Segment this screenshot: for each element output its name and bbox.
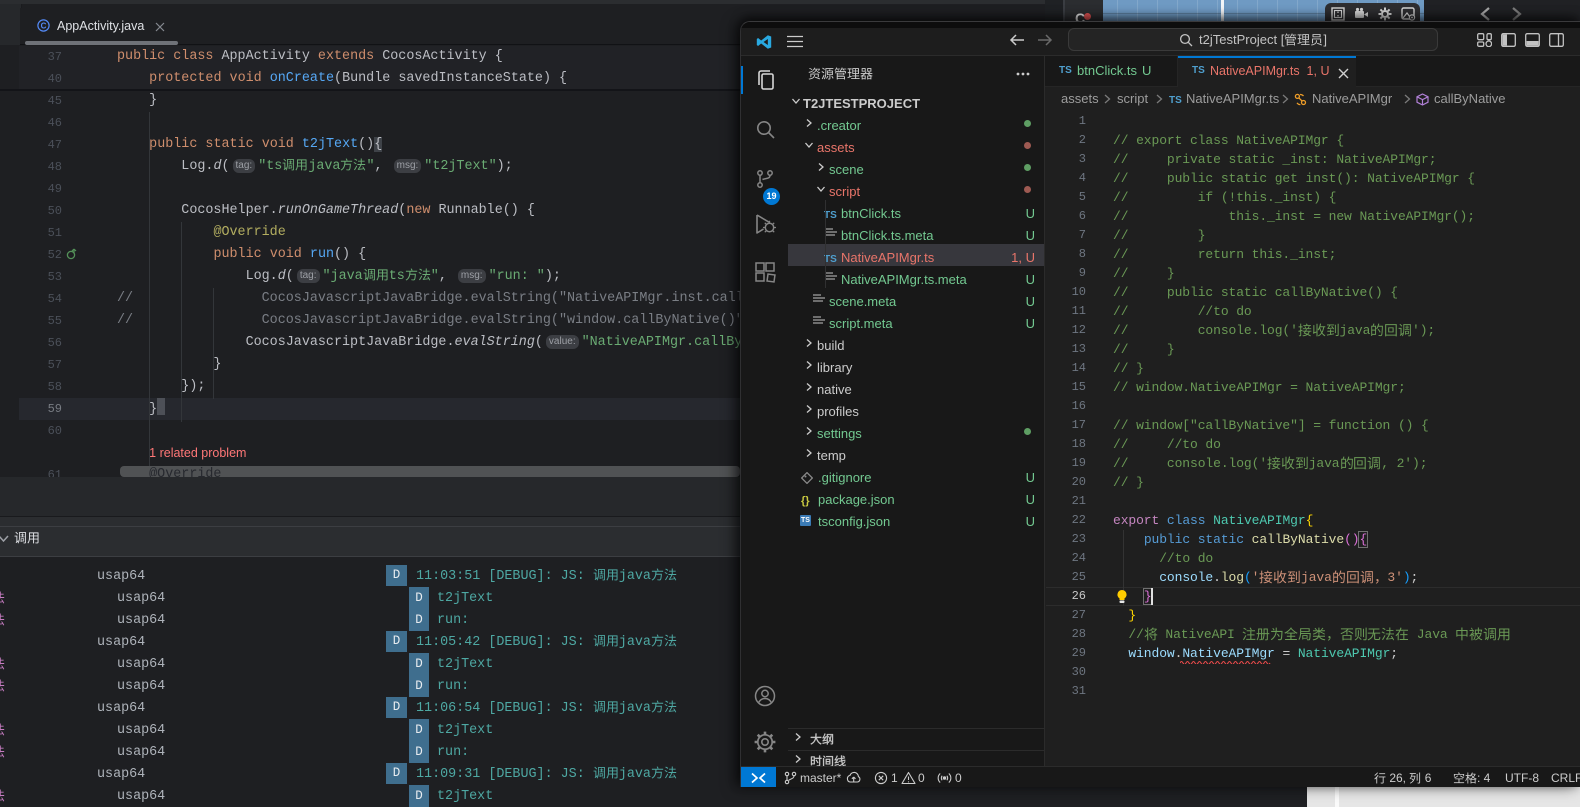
svg-text:C: C xyxy=(41,21,47,30)
